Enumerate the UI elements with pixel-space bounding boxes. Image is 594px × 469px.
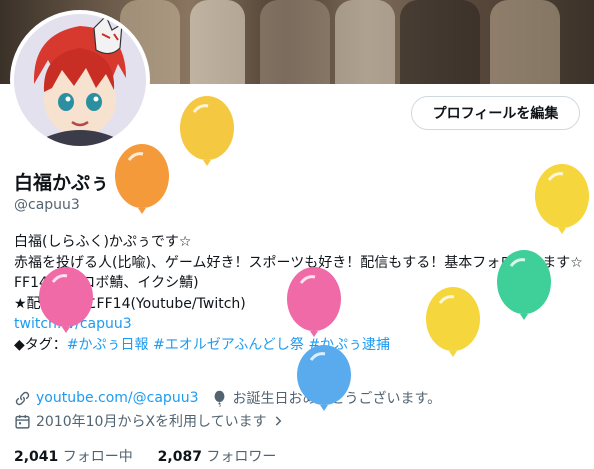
balloon-yellow [180, 96, 234, 166]
profile-meta-row: youtube.com/@capuu3 お誕生日おめでとうございます。 [14, 388, 441, 408]
display-name-suffix: ☆ [115, 172, 133, 194]
bio-line: 白福(しらふく)かぷぅです☆ [14, 234, 192, 250]
bio-tags: ◆タグ：#かぷぅ日報 #エオルゼアふんどし祭 #かぷぅ逮捕 [14, 335, 584, 356]
hashtag-link[interactable]: #エオルゼアふんどし祭 [153, 337, 304, 353]
display-name: 白福かぷぅ ☆ [14, 168, 133, 195]
following-label: フォロー中 [62, 449, 133, 465]
user-handle: @capuu3 [14, 197, 80, 213]
edit-profile-button[interactable]: プロフィールを編集 [411, 96, 580, 130]
balloon-location-icon [215, 390, 225, 407]
birthday-text: お誕生日おめでとうございます。 [232, 391, 442, 407]
hashtag-link[interactable]: #かぷぅ逮捕 [308, 337, 390, 353]
bio-line: 赤福を投げる人(比喩)、ゲーム好き！スポーツも好き！配信もする！基本フォロバしま… [14, 254, 583, 271]
followers-label: フォロワー [206, 449, 277, 465]
chevron-right-icon[interactable] [271, 414, 285, 428]
link-icon [15, 391, 30, 405]
display-name-text: 白福かぷぅ [14, 172, 110, 194]
avatar-illustration [14, 14, 146, 146]
followers-count: 2,087 [157, 449, 202, 465]
balloon-yellow [535, 164, 589, 234]
website-link[interactable]: youtube.com/@capuu3 [36, 390, 198, 406]
avatar[interactable] [10, 10, 150, 150]
follow-stats: 2,041 フォロー中 2,087 フォロワー [14, 446, 276, 466]
profile-bio: 白福(しらふく)かぷぅです☆ 赤福を投げる人(比喩)、ゲーム好き！スポーツも好き… [14, 232, 584, 355]
tags-prefix: ◆タグ： [14, 336, 67, 353]
following-count: 2,041 [14, 449, 59, 465]
followers-link[interactable]: 2,087 フォロワー [158, 449, 277, 465]
following-link[interactable]: 2,041 フォロー中 [14, 449, 133, 465]
joined-date: 2010年10月からXを利用しています [36, 414, 267, 430]
calendar-icon [15, 414, 30, 429]
hashtag-link[interactable]: #かぷぅ日報 [67, 337, 149, 353]
bio-link[interactable]: twitch.tv/capuu3 [14, 316, 132, 332]
bio-line: FF14(チョコボ鯖、イクシ鯖) [14, 275, 199, 291]
joined-row: 2010年10月からXを利用しています [14, 411, 290, 431]
bio-line: ★配信：主にFF14(Youtube/Twitch) [14, 295, 246, 312]
